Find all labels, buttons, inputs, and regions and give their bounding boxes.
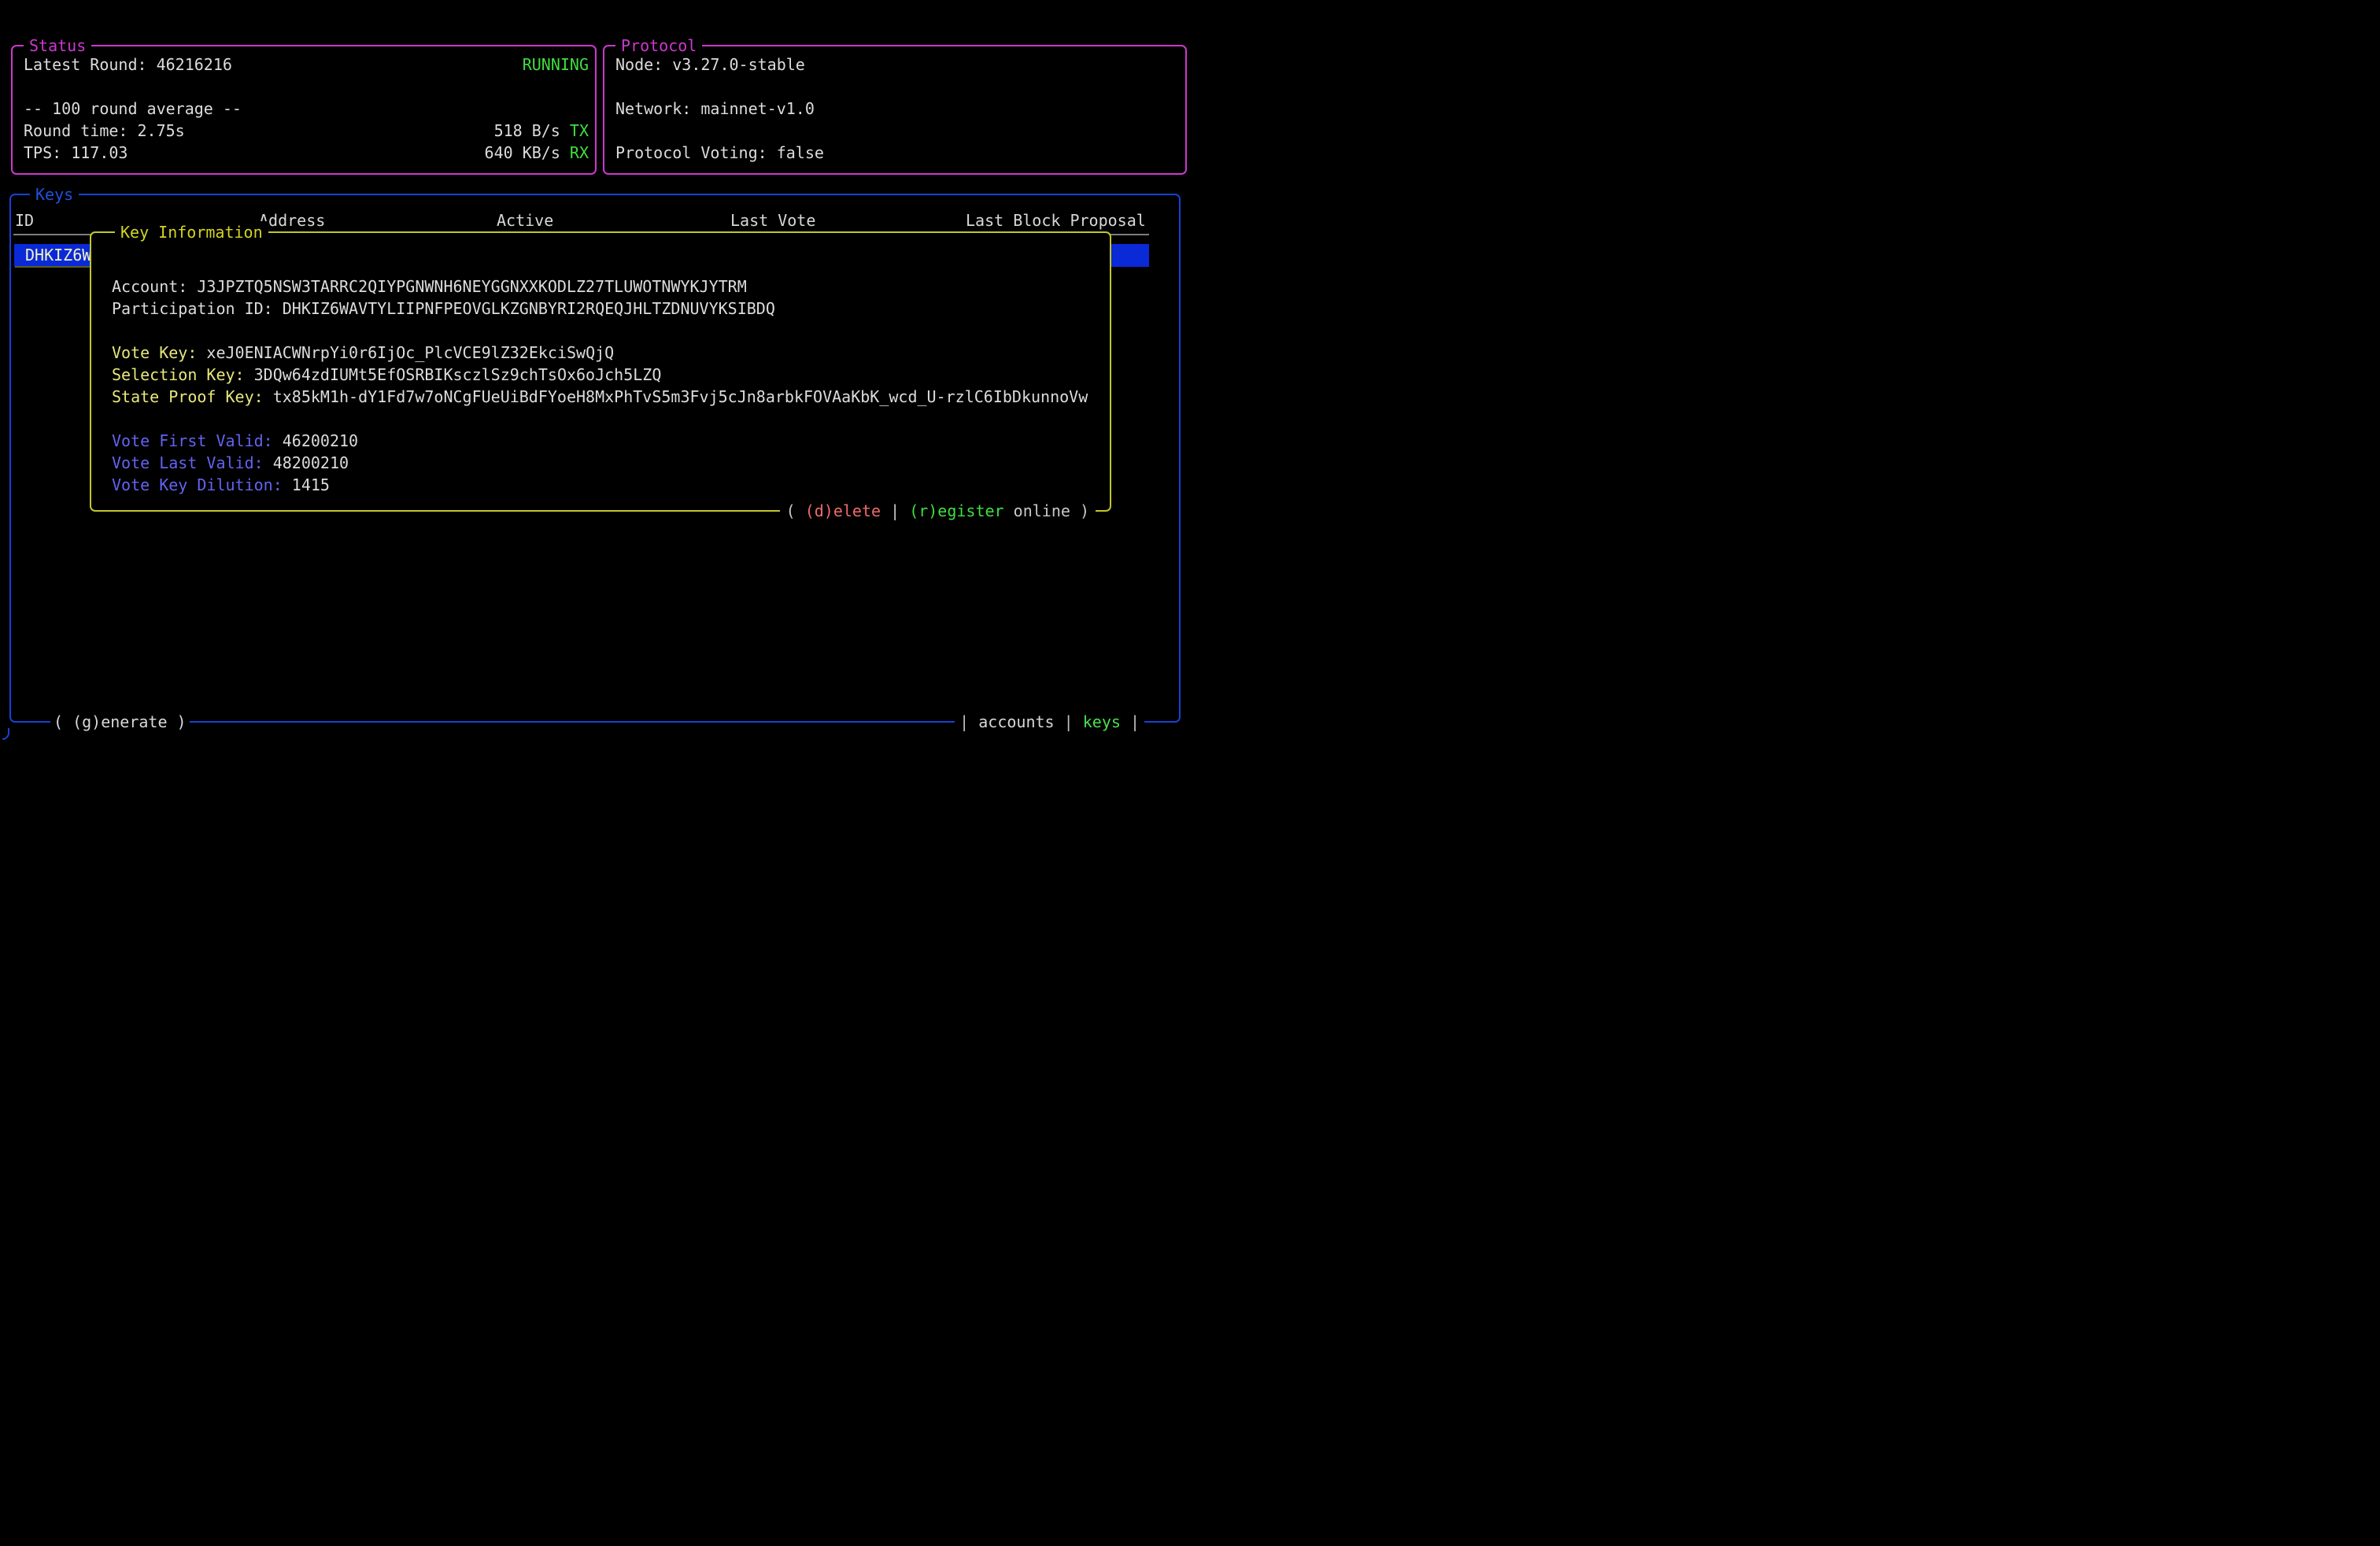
status-row-round-time: Round time: 2.75s 518 B/s TX: [24, 120, 589, 142]
tab-bar: | accounts | keys |: [955, 711, 1144, 733]
column-header-active: Active: [497, 209, 553, 231]
delete-action[interactable]: (d)elete: [805, 501, 881, 520]
protocol-panel-title: Protocol: [615, 35, 702, 57]
tps: TPS: 117.03: [24, 142, 128, 164]
round-average-header: -- 100 round average --: [24, 98, 589, 120]
dialog-blank-row-1: [112, 320, 1107, 342]
tab-keys[interactable]: keys: [1083, 712, 1121, 731]
status-row-latest-round: Latest Round: 46216216 RUNNING: [24, 54, 589, 76]
round-time: Round time: 2.75s: [24, 120, 185, 142]
vote-last-valid-row: Vote Last Valid: 48200210: [112, 452, 1107, 474]
participation-id-row: Participation ID: DHKIZ6WAVTYLIIPNFPEOVG…: [112, 298, 1107, 320]
vote-first-valid-row: Vote First Valid: 46200210: [112, 430, 1107, 452]
register-online-suffix: online: [1014, 501, 1070, 520]
column-header-id: ID: [15, 209, 34, 231]
border-corner-artifact: [2, 728, 9, 740]
protocol-blank-row-2: [615, 120, 1179, 142]
protocol-blank-row-1: [615, 76, 1179, 98]
status-panel: Status Latest Round: 46216216 RUNNING --…: [11, 45, 597, 175]
protocol-panel: Protocol Node: v3.27.0-stable Network: m…: [603, 45, 1187, 175]
vote-key-row: Vote Key: xeJ0ENIACWNrpYi0r6IjOc_PlcVCE9…: [112, 342, 1107, 364]
actions-divider: |: [890, 501, 900, 520]
tab-divider: |: [1130, 712, 1140, 731]
node-version-row: Node: v3.27.0-stable: [615, 54, 1179, 76]
dialog-blank-row-2: [112, 408, 1107, 430]
account-row: Account: J3JPZTQ5NSW3TARRC2QIYPGNWNH6NEY…: [112, 276, 1107, 298]
actions-open-paren: (: [786, 501, 796, 520]
generate-action[interactable]: ( (g)enerate ): [50, 711, 190, 733]
status-row-tps: TPS: 117.03 640 KB/s RX: [24, 142, 589, 164]
column-header-last-vote: Last Vote: [730, 209, 815, 231]
tx-rate: 518 B/s TX: [494, 120, 589, 142]
terminal-screen: Status Latest Round: 46216216 RUNNING --…: [0, 0, 1190, 773]
keys-panel-title: Keys: [30, 183, 79, 205]
key-row-id: DHKIZ6W: [25, 244, 91, 266]
protocol-voting-row: Protocol Voting: false: [615, 142, 1179, 164]
key-information-content: Account: J3JPZTQ5NSW3TARRC2QIYPGNWNH6NEY…: [112, 276, 1107, 496]
node-state-badge: RUNNING: [523, 54, 589, 76]
rx-rate: 640 KB/s RX: [485, 142, 589, 164]
tab-divider: |: [959, 712, 969, 731]
key-information-dialog: Key Information Account: J3JPZTQ5NSW3TAR…: [90, 231, 1111, 512]
status-panel-title: Status: [24, 35, 91, 57]
status-blank-row: [24, 76, 589, 98]
state-proof-key-row: State Proof Key: tx85kM1h-dY1Fd7w7oNCgFU…: [112, 386, 1107, 408]
tab-accounts[interactable]: accounts: [978, 712, 1054, 731]
register-online-action[interactable]: (r)egister: [909, 501, 1003, 520]
actions-close-paren: ): [1080, 501, 1089, 520]
row-underline-artifact: [15, 266, 91, 268]
dialog-actions: ( (d)elete | (r)egister online ): [780, 500, 1096, 522]
vote-key-dilution-row: Vote Key Dilution: 1415: [112, 474, 1107, 496]
tab-divider: |: [1064, 712, 1074, 731]
keys-panel: Keys ID Address Active Last Vote Last Bl…: [9, 194, 1181, 723]
column-header-address: Address: [259, 209, 325, 231]
selection-key-row: Selection Key: 3DQw64zdIUMt5EfOSRBIKsczl…: [112, 364, 1107, 386]
network-row: Network: mainnet-v1.0: [615, 98, 1179, 120]
column-header-last-block-proposal: Last Block Proposal: [966, 209, 1146, 231]
key-information-title: Key Information: [115, 221, 268, 243]
latest-round: Latest Round: 46216216: [24, 54, 232, 76]
